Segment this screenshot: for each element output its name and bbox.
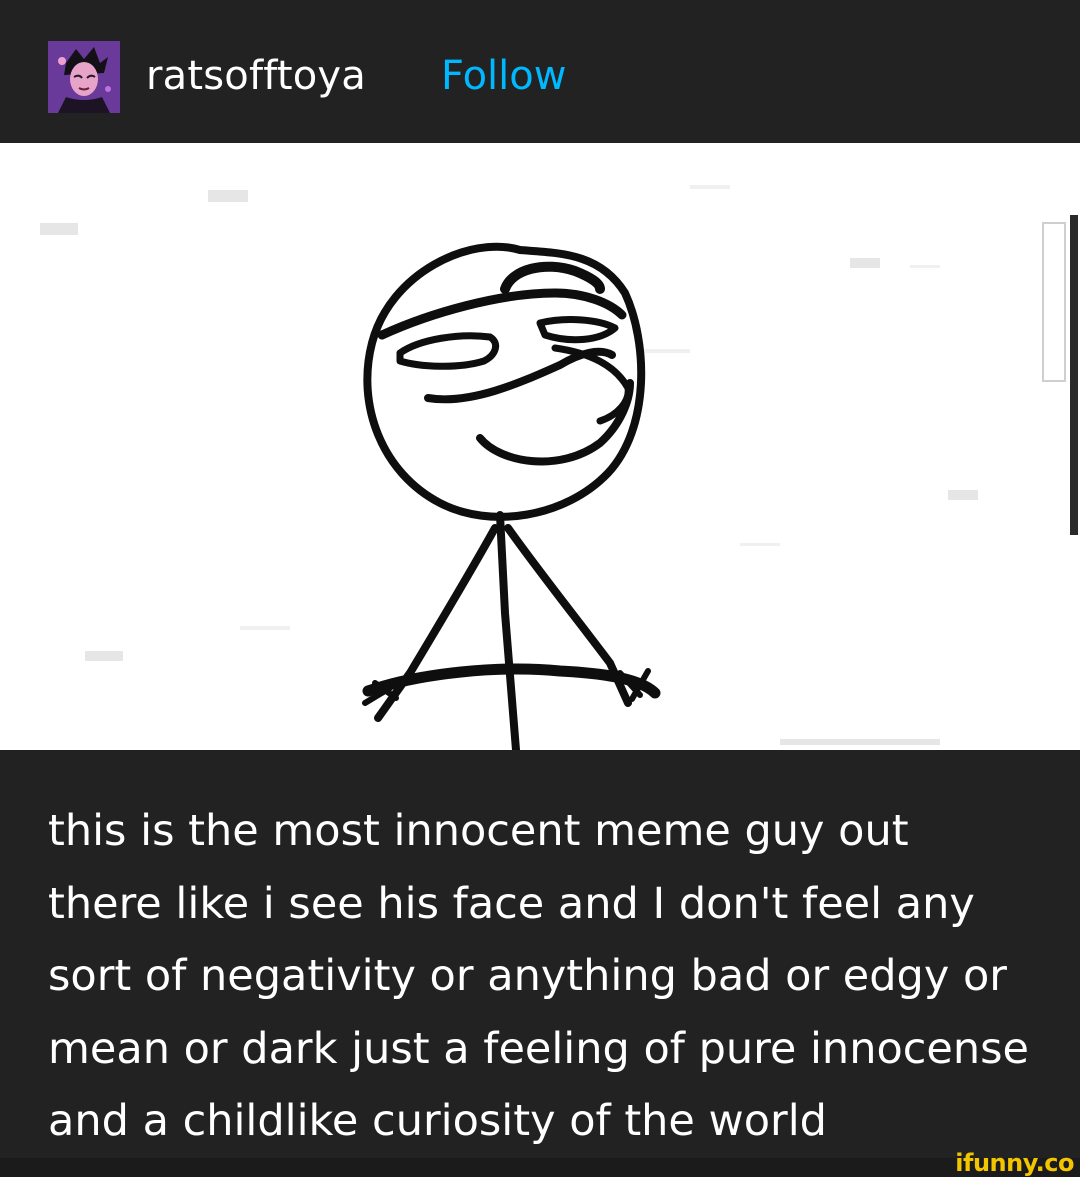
ifunny-watermark: ifunny.co <box>955 1149 1074 1177</box>
stick-figure-meme-icon <box>40 185 1078 750</box>
meme-image <box>0 143 1080 750</box>
caption-line: mean or dark just a feeling of pure inno… <box>48 1023 1029 1074</box>
user-avatar[interactable] <box>48 41 120 113</box>
avatar-portrait-icon <box>48 41 120 113</box>
follow-button[interactable]: Follow <box>441 50 566 102</box>
post-header: ratsofftoya Follow <box>0 0 1080 143</box>
caption-line: there like i see his face and I don't fe… <box>48 878 975 929</box>
footer-bar <box>0 1158 1080 1177</box>
post-username[interactable]: ratsofftoya <box>146 50 366 102</box>
caption-line: sort of negativity or anything bad or ed… <box>48 951 1007 1001</box>
post-caption: this is the most innocent meme guy out t… <box>48 795 1048 1158</box>
caption-line: and a childlike curiosity of the world <box>48 1096 827 1146</box>
caption-line: this is the most innocent meme guy out <box>48 806 909 856</box>
